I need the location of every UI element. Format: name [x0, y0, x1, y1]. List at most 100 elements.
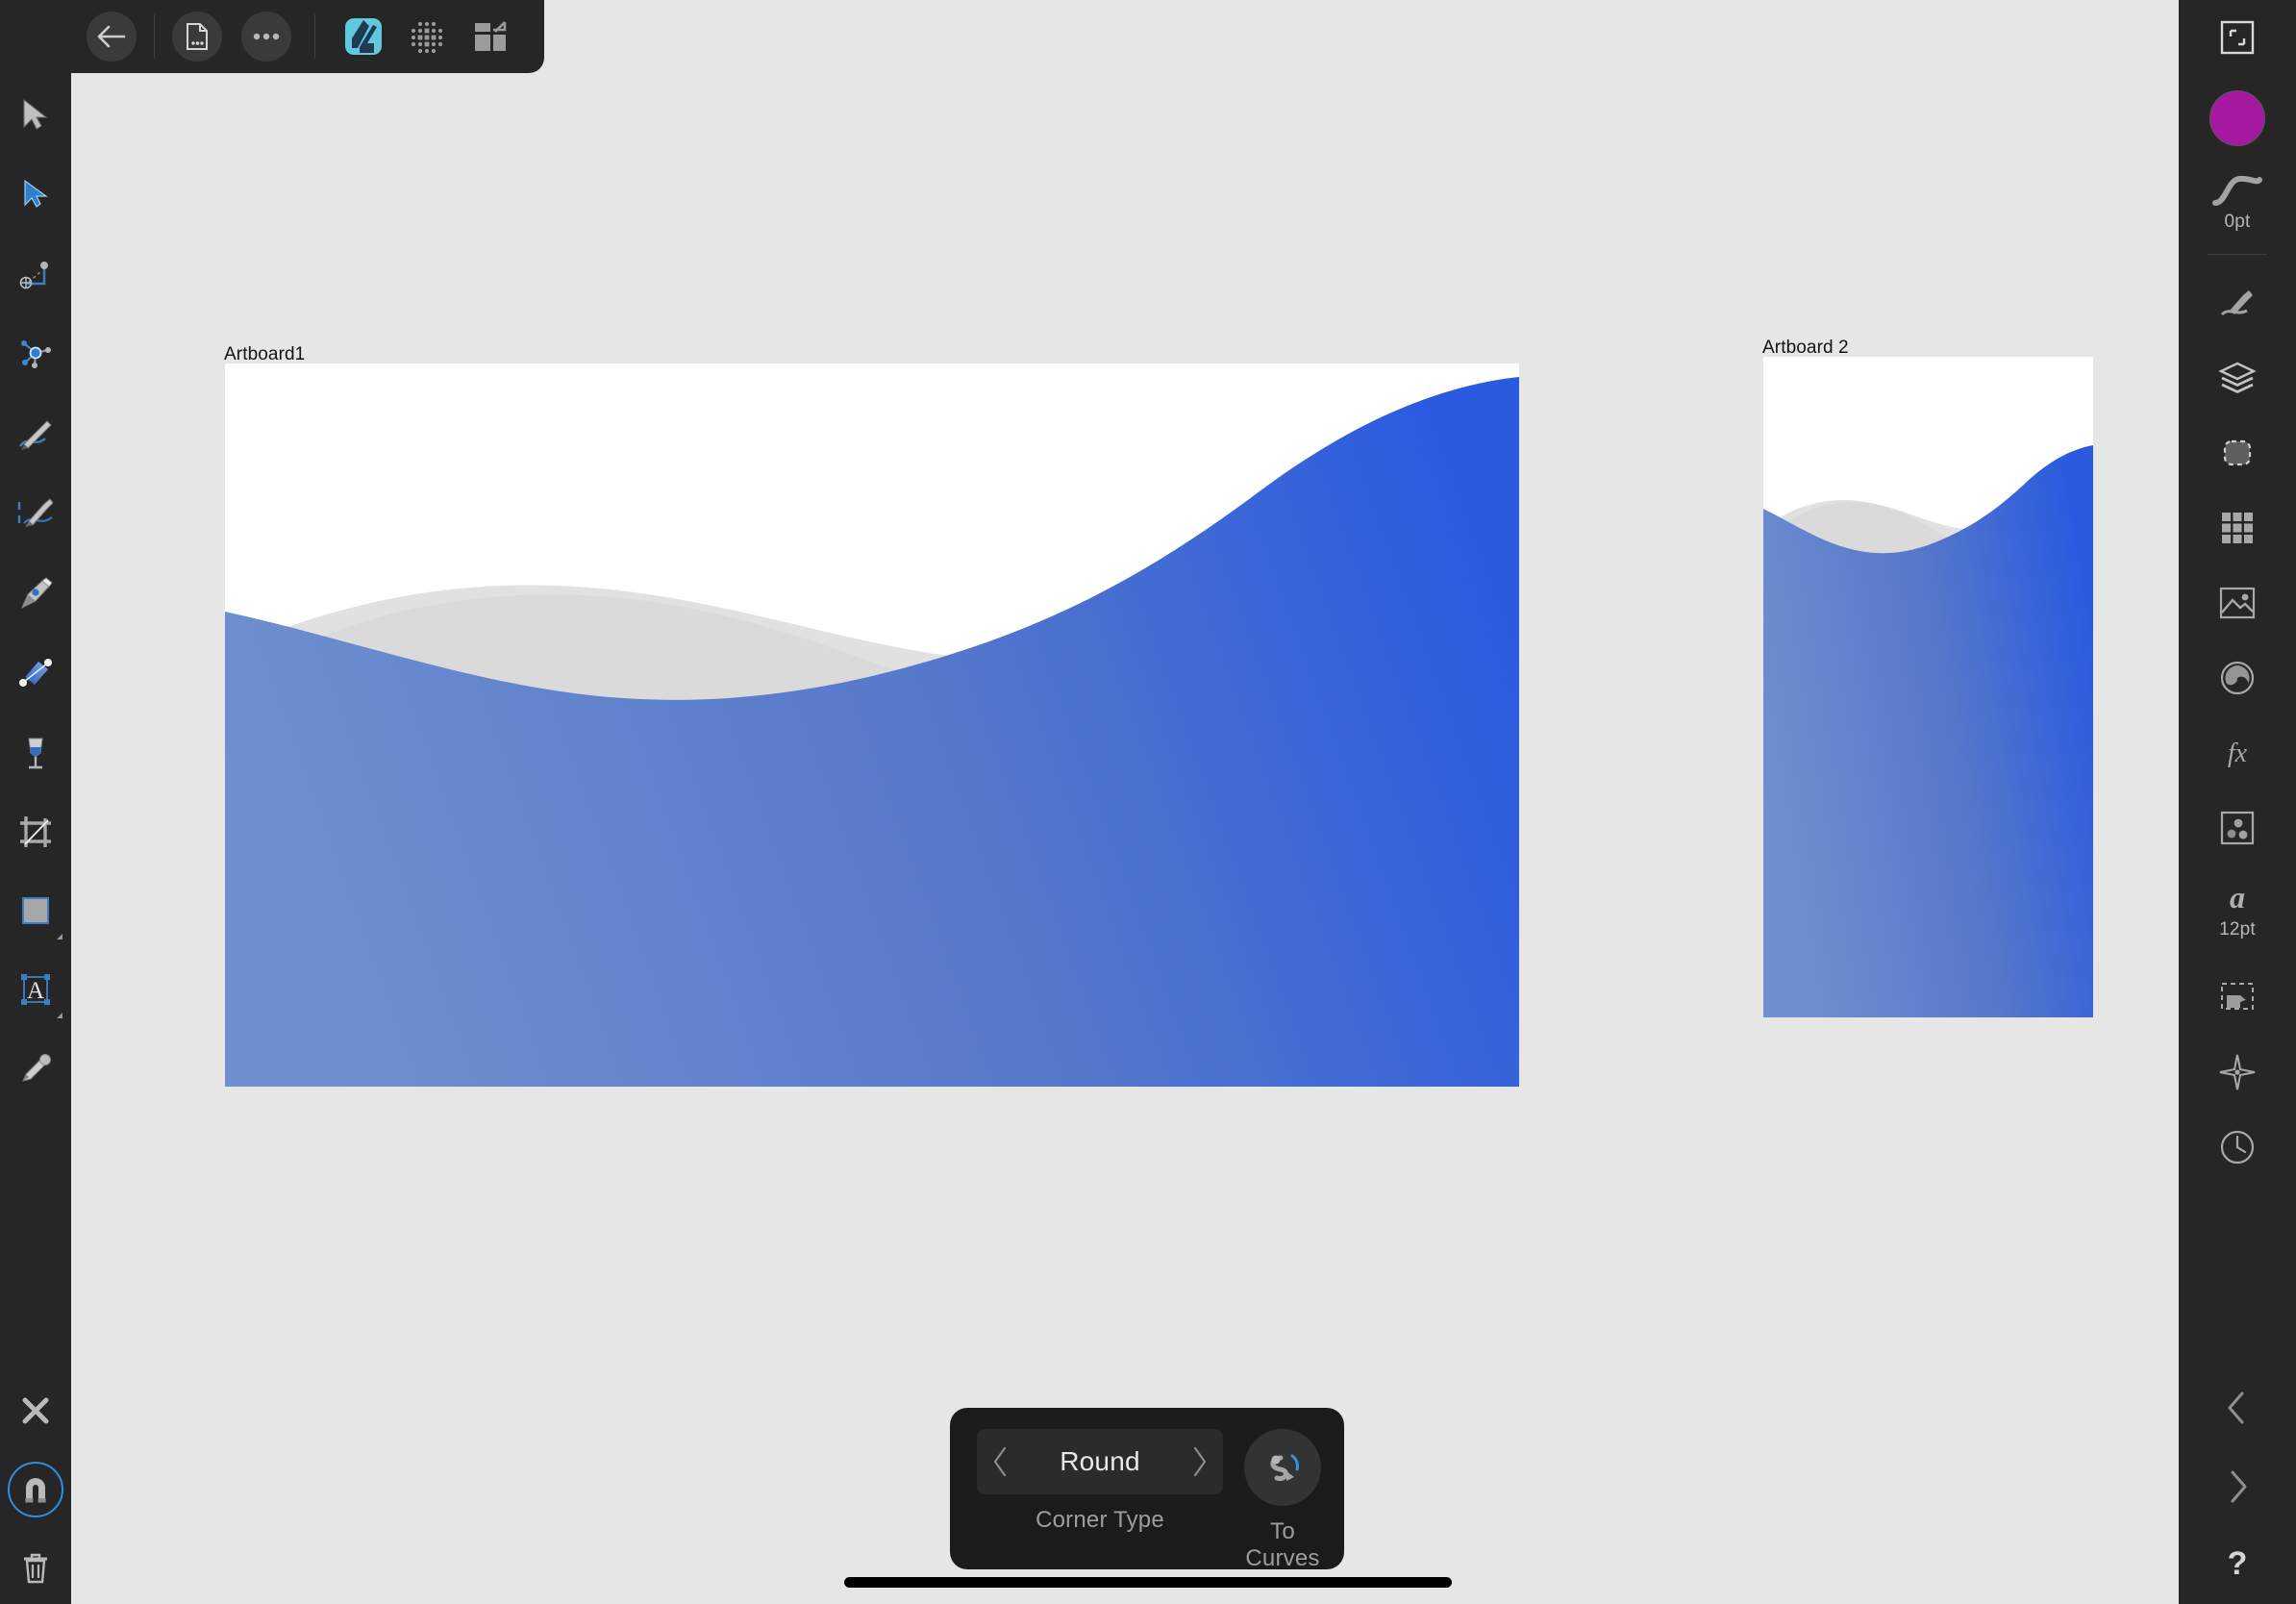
artboard-2[interactable]	[1763, 357, 2093, 1017]
corner-tool-icon	[19, 262, 48, 289]
pencil-tool[interactable]	[0, 398, 71, 469]
artistic-text-tool[interactable]: A	[0, 954, 71, 1025]
trash-icon	[24, 1553, 47, 1584]
question-mark-icon: ?	[2228, 1545, 2248, 1582]
back-button[interactable]	[87, 12, 137, 62]
node-tool-icon	[24, 179, 48, 208]
fill-tool[interactable]	[0, 637, 71, 708]
redo-button[interactable]	[2179, 1456, 2296, 1517]
artistic-text-tool-icon: A	[21, 974, 50, 1005]
svg-text:fx: fx	[2228, 739, 2248, 768]
history-studio[interactable]	[2179, 1112, 2296, 1183]
rectangle-tool-flyout-indicator[interactable]	[57, 934, 62, 940]
effects-studio[interactable]: fx	[2179, 717, 2296, 789]
snapping-toggle[interactable]	[0, 1454, 71, 1525]
constraints-studio[interactable]	[2179, 962, 2296, 1033]
artboard-1-label: Artboard1	[224, 344, 306, 364]
fx-icon: fx	[2228, 739, 2248, 768]
stroke-icon	[2212, 175, 2262, 206]
pen-tool[interactable]	[0, 558, 71, 629]
delete-button[interactable]	[0, 1533, 71, 1604]
styles-studio[interactable]	[2179, 792, 2296, 864]
text-studio[interactable]: a 12pt	[2179, 867, 2296, 952]
rectangle-tool[interactable]	[0, 875, 71, 946]
svg-text:A: A	[27, 978, 44, 1004]
swatches-studio[interactable]	[2179, 492, 2296, 564]
svg-text:a: a	[2230, 880, 2245, 915]
navigator-studio[interactable]	[2179, 1037, 2296, 1108]
brush-icon	[2220, 290, 2253, 316]
export-persona-button[interactable]	[463, 10, 517, 63]
snapping-active-ring	[8, 1462, 63, 1517]
compass-icon	[2219, 1054, 2256, 1090]
canvas-area[interactable]: Artboard1 Artboard 2	[71, 0, 2171, 1604]
designer-persona-icon	[345, 18, 382, 55]
ellipsis-icon	[253, 33, 280, 40]
colour-picker-tool[interactable]	[0, 1033, 71, 1104]
document-icon	[187, 23, 208, 50]
transform-studio[interactable]	[2179, 2, 2296, 73]
corner-type-stepper[interactable]: Round	[977, 1429, 1223, 1494]
corner-type-value: Round	[1060, 1446, 1140, 1476]
rectangle-tool-icon	[22, 897, 49, 924]
corner-type-control: Round Corner Type	[977, 1429, 1223, 1534]
shape-selection-icon	[2223, 439, 2252, 466]
help-button[interactable]: ?	[2179, 1533, 2296, 1594]
stroke-studio[interactable]: 0pt	[2179, 163, 2296, 242]
layers-studio[interactable]	[2179, 342, 2296, 414]
stepper-previous-icon[interactable]	[990, 1445, 1010, 1478]
constraints-icon	[2221, 983, 2254, 1010]
transparency-tool-icon	[28, 738, 43, 769]
move-tool[interactable]	[0, 79, 71, 150]
top-toolbar	[71, 0, 544, 73]
studio-rail: 0pt fx a 12pt ?	[2179, 0, 2296, 1604]
to-curves-button[interactable]	[1244, 1429, 1321, 1506]
effects-shape-studio[interactable]	[2179, 417, 2296, 489]
history-clock-icon	[2220, 1130, 2255, 1165]
undo-button[interactable]	[2179, 1377, 2296, 1439]
crop-tool[interactable]	[0, 796, 71, 867]
move-tool-icon	[23, 98, 48, 130]
pen-tool-icon	[21, 577, 53, 610]
svg-text:?: ?	[2228, 1545, 2248, 1582]
pixel-persona-button[interactable]	[400, 10, 454, 63]
assets-studio[interactable]	[2179, 567, 2296, 639]
close-icon	[22, 1397, 49, 1424]
vector-brush-tool-icon	[17, 498, 54, 527]
artboard-2-artwork	[1763, 445, 2093, 1017]
chevron-left-icon	[2228, 1391, 2244, 1424]
artboard-1-artwork	[225, 377, 1519, 1087]
vector-brush-tool[interactable]	[0, 477, 71, 548]
adjustments-icon	[2220, 661, 2255, 695]
layers-icon	[2218, 362, 2257, 394]
artboard-1[interactable]	[225, 363, 1519, 1087]
fill-tool-icon	[19, 659, 52, 687]
artistic-text-tool-flyout-indicator[interactable]	[57, 1013, 62, 1018]
context-toolbar: Round Corner Type To Curves	[950, 1408, 1344, 1571]
brushes-studio[interactable]	[2179, 267, 2296, 338]
toolbar-divider-1	[154, 14, 155, 59]
toolbar-divider-2	[314, 14, 315, 59]
stepper-next-icon[interactable]	[1190, 1445, 1210, 1478]
back-arrow-icon	[97, 25, 126, 48]
corner-tool[interactable]	[0, 238, 71, 310]
node-tool[interactable]	[0, 158, 71, 229]
transparency-tool[interactable]	[0, 717, 71, 789]
pencil-tool-icon	[19, 420, 52, 450]
home-indicator[interactable]	[844, 1577, 1452, 1588]
designer-persona-button[interactable]	[337, 10, 390, 63]
more-button[interactable]	[241, 12, 291, 62]
styles-icon	[2220, 811, 2255, 845]
cancel-button[interactable]	[0, 1375, 71, 1446]
document-menu-button[interactable]	[172, 12, 222, 62]
stroke-width-value: 0pt	[2224, 211, 2251, 232]
transform-icon	[2220, 20, 2255, 55]
point-transform-tool-icon	[21, 340, 51, 368]
tool-rail: A	[0, 0, 71, 1604]
point-transform-tool[interactable]	[0, 317, 71, 388]
crop-tool-icon	[20, 816, 51, 847]
adjustments-studio[interactable]	[2179, 642, 2296, 714]
artboard-2-label: Artboard 2	[1762, 338, 1849, 358]
colour-swatch[interactable]	[2179, 85, 2296, 152]
text-size-value: 12pt	[2219, 918, 2256, 940]
